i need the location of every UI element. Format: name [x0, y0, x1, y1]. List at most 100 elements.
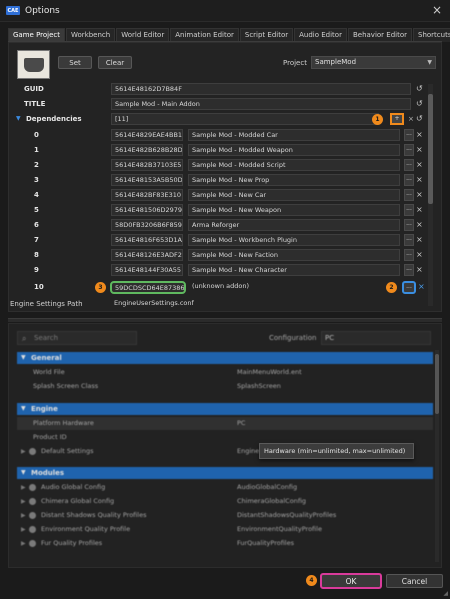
- dependency-name: Sample Mod - New Prop: [188, 174, 400, 186]
- browse-button[interactable]: ...: [404, 234, 414, 246]
- x-icon[interactable]: ×: [416, 190, 424, 200]
- engine-settings-field[interactable]: EngineUserSettings.conf: [111, 298, 411, 310]
- project-logo-image: [17, 50, 50, 79]
- window-title: Options: [25, 5, 60, 16]
- grid-scrollbar[interactable]: [428, 84, 433, 306]
- dependency-row: 6 58D0FB3206B6F859 Arma Reforger ... ×: [16, 218, 426, 233]
- browse-button[interactable]: ...: [404, 204, 414, 216]
- reset-icon[interactable]: ↺: [416, 84, 424, 94]
- close-icon[interactable]: ×: [432, 3, 442, 17]
- hardware-tooltip: Hardware (min=unlimited, max=unlimited): [259, 443, 414, 459]
- dependency-guid-input[interactable]: 59DCDSCD64E87386: [110, 281, 186, 294]
- resize-grip-icon[interactable]: ◢: [443, 590, 448, 597]
- browse-button[interactable]: ...: [404, 144, 414, 156]
- reset-icon[interactable]: ↺: [416, 99, 424, 109]
- section-engine[interactable]: ▼ Engine: [17, 403, 433, 415]
- cancel-button[interactable]: Cancel: [386, 574, 443, 588]
- tab-audio-editor[interactable]: Audio Editor: [294, 28, 347, 42]
- dependency-index: 3: [34, 176, 39, 184]
- chevron-down-icon: ▼: [427, 59, 432, 66]
- dependency-name: Sample Mod - Modded Weapon: [188, 144, 400, 156]
- module-row[interactable]: ▶ Audio Global Config AudioGlobalConfig: [17, 481, 433, 494]
- dependencies-count: [11]: [111, 113, 379, 125]
- browse-button[interactable]: ...: [404, 219, 414, 231]
- guid-row: GUID 5614E48162D7B84F ↺: [16, 82, 426, 97]
- tab-workbench[interactable]: Workbench: [66, 28, 116, 42]
- panel-splitter[interactable]: [8, 318, 442, 322]
- tab-animation-editor[interactable]: Animation Editor: [170, 28, 239, 42]
- module-row[interactable]: ▶ Chimera Global Config ChimeraGlobalConfi…: [17, 495, 433, 508]
- project-select[interactable]: SampleMod ▼: [311, 56, 436, 69]
- dependency-index: 2: [34, 161, 39, 169]
- x-icon[interactable]: ×: [416, 160, 424, 170]
- reset-icon[interactable]: ↺: [416, 114, 424, 124]
- x-icon[interactable]: ×: [416, 265, 424, 275]
- dependency-index: 0: [34, 131, 39, 139]
- dependency-row: 0 5614E4829EAE4BB1 Sample Mod - Modded C…: [16, 128, 426, 143]
- x-icon[interactable]: ×: [416, 220, 424, 230]
- dependency-index: 5: [34, 206, 39, 214]
- tab-game-project[interactable]: Game Project: [8, 28, 66, 42]
- settings-scrollbar[interactable]: [435, 350, 439, 562]
- x-icon[interactable]: ×: [416, 175, 424, 185]
- x-icon[interactable]: ×: [416, 205, 424, 215]
- configuration-select[interactable]: PC: [321, 331, 431, 345]
- dependency-name: Sample Mod - New Faction: [188, 249, 400, 261]
- add-dependency-button[interactable]: +: [390, 113, 404, 125]
- annotation-badge-3: 3: [95, 282, 106, 293]
- dependency-guid: 58D0FB3206B6F859: [111, 219, 183, 231]
- x-icon[interactable]: ×: [416, 235, 424, 245]
- dependency-name: Sample Mod - New Character: [188, 264, 400, 276]
- section-modules[interactable]: ▼ Modules: [17, 467, 433, 479]
- x-icon[interactable]: ×: [418, 282, 426, 292]
- x-icon[interactable]: ×: [408, 114, 416, 124]
- section-general[interactable]: ▼ General: [17, 352, 433, 364]
- x-icon[interactable]: ×: [416, 250, 424, 260]
- tab-shortcuts[interactable]: Shortcuts: [413, 28, 450, 42]
- section-general-label: General: [31, 354, 62, 362]
- project-label: Project: [283, 59, 307, 67]
- module-row[interactable]: ▶ Fur Quality Profiles FurQualityProfiles: [17, 537, 433, 550]
- engine-settings-row: Engine Settings Path EngineUserSettings.…: [10, 297, 426, 312]
- dependency-index: 9: [34, 266, 39, 274]
- dependency-index: 8: [34, 251, 39, 259]
- setting-row[interactable]: World File MainMenuWorld.ent: [17, 366, 433, 379]
- browse-button[interactable]: ...: [404, 189, 414, 201]
- tab-behavior-editor[interactable]: Behavior Editor: [347, 28, 412, 42]
- annotation-badge-4: 4: [306, 575, 317, 586]
- x-icon[interactable]: ×: [416, 130, 424, 140]
- clear-button[interactable]: Clear: [98, 56, 132, 69]
- dependency-guid: 5614E481506D2979: [111, 204, 183, 216]
- engine-settings-panel: ⌕ Search Configuration PC ▼ General World…: [8, 323, 442, 568]
- expand-caret-icon[interactable]: ▼: [16, 115, 21, 122]
- tab-script-editor[interactable]: Script Editor: [239, 28, 294, 42]
- browse-button[interactable]: ...: [404, 174, 414, 186]
- guid-field[interactable]: 5614E48162D7B84F: [111, 83, 411, 95]
- dependency-guid: 5614E482B37103E5: [111, 159, 183, 171]
- x-icon[interactable]: ×: [416, 145, 424, 155]
- ok-button[interactable]: OK: [320, 573, 382, 589]
- browse-button[interactable]: ...: [404, 249, 414, 261]
- dependency-row: 8 5614E48126E3ADF2 Sample Mod - New Fact…: [16, 248, 426, 263]
- dependency-index: 10: [34, 283, 44, 291]
- title-field[interactable]: Sample Mod - Main Addon: [111, 98, 411, 110]
- dependencies-label: Dependencies: [26, 115, 82, 123]
- set-button[interactable]: Set: [58, 56, 92, 69]
- dependency-guid: 5614E482BF83E310: [111, 189, 183, 201]
- search-input[interactable]: ⌕ Search: [17, 331, 137, 345]
- browse-button[interactable]: ...: [404, 264, 414, 276]
- setting-row[interactable]: Splash Screen Class SplashScreen: [17, 380, 433, 393]
- dependency-index: 1: [34, 146, 39, 154]
- setting-row[interactable]: Platform Hardware PC: [17, 417, 433, 430]
- dependencies-row: ▼ Dependencies [11] 1 + × ↺: [16, 112, 426, 127]
- browse-button[interactable]: ...: [404, 159, 414, 171]
- tab-world-editor[interactable]: World Editor: [116, 28, 170, 42]
- annotation-badge-1: 1: [372, 114, 383, 125]
- browse-button[interactable]: ...: [404, 129, 414, 141]
- search-placeholder: Search: [34, 334, 59, 342]
- module-row[interactable]: ▶ Distant Shadows Quality Profiles Distant…: [17, 509, 433, 522]
- browse-dependency-button[interactable]: ...: [402, 281, 416, 294]
- dependency-guid: 5614E482B628B28D: [111, 144, 183, 156]
- dependency-guid: 5614E4816F653D1A: [111, 234, 183, 246]
- module-row[interactable]: ▶ Environment Quality Profile EnvironmentQ…: [17, 523, 433, 536]
